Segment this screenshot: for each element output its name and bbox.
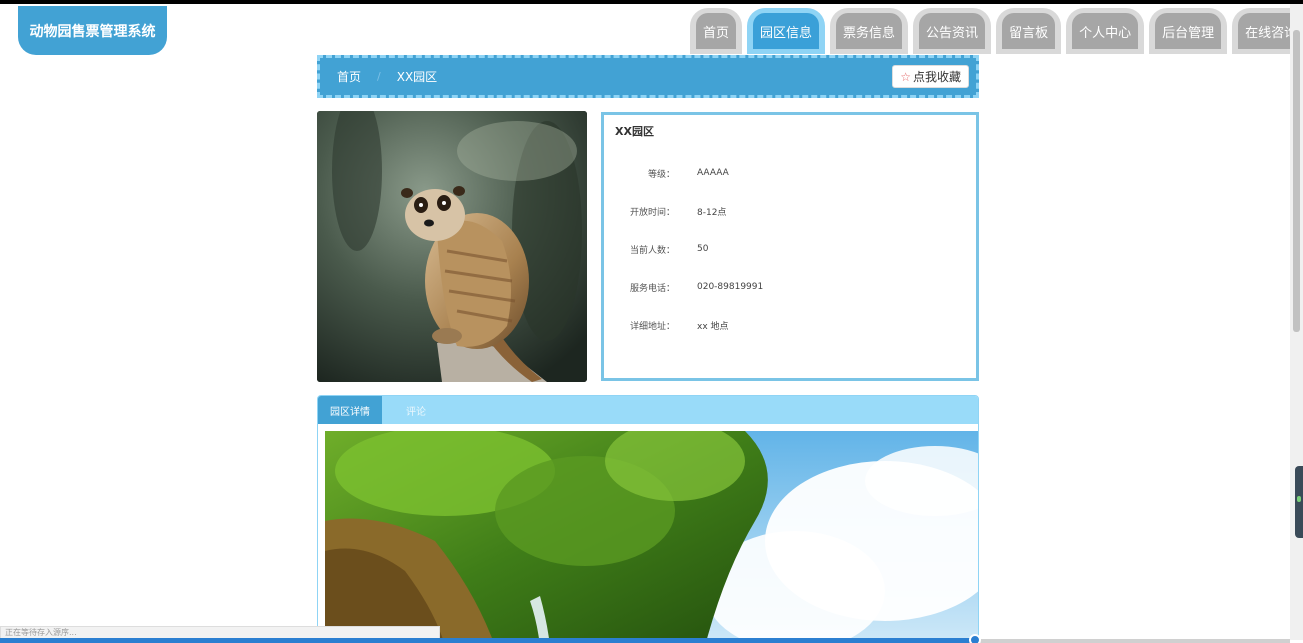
nav-item-home[interactable]: 首页 [690,8,743,54]
breadcrumb: 首页 / XX园区 ☆ 点我收藏 [317,55,979,98]
breadcrumb-separator: / [377,70,381,83]
tab-comments[interactable]: 评论 [394,396,438,424]
page-scrollbar[interactable] [1290,4,1303,640]
info-label: 开放时间： [629,207,675,218]
video-progress-bar[interactable] [0,638,976,643]
breadcrumb-home[interactable]: 首页 [337,68,361,85]
favorite-button[interactable]: ☆ 点我收藏 [892,65,969,88]
info-value: AAAAA [697,168,729,178]
side-panel-handle[interactable] [1295,466,1303,538]
info-row-phone: 服务电话： 020-89819991 [615,268,965,306]
info-label: 等级： [647,169,675,180]
scrollbar-thumb[interactable] [1293,30,1300,332]
info-value: 50 [697,244,709,254]
info-value: 8-12点 [697,207,727,218]
main-nav: 首页 园区信息 票务信息 公告资讯 留言板 个人中心 后台管理 在线咨询 [690,8,1303,54]
info-value: 020-89819991 [697,282,764,292]
detail-panel: 园区详情 评论 [317,395,979,643]
info-row-address: 详细地址： xx 地点 [615,306,965,344]
info-label: 详细地址： [629,321,675,332]
nav-label: 留言板 [1002,13,1056,49]
park-info-card: XX园区 等级： AAAAA 开放时间： 8-12点 当前人数： 50 服务电话… [601,112,979,381]
park-name: XX园区 [615,125,654,138]
nav-item-profile[interactable]: 个人中心 [1066,8,1145,54]
info-value: xx 地点 [697,321,729,332]
breadcrumb-current: XX园区 [396,70,438,84]
info-row-current-visitors: 当前人数： 50 [615,230,965,268]
info-label: 服务电话： [629,283,675,294]
waterfall-illustration [325,431,978,643]
meerkat-illustration [317,111,587,382]
nav-label: 票务信息 [836,13,903,49]
handle-indicator [1297,496,1301,502]
nav-item-announcements[interactable]: 公告资讯 [913,8,992,54]
nav-item-park-info[interactable]: 园区信息 [747,8,826,54]
info-row-opening-hours: 开放时间： 8-12点 [615,192,965,230]
star-icon: ☆ [900,69,911,84]
park-detail-photo [325,431,978,643]
site-logo[interactable]: 动物园售票管理系统 [18,6,167,55]
nav-label: 首页 [696,13,737,49]
favorite-label: 点我收藏 [912,70,961,84]
info-label: 当前人数： [629,245,675,256]
detail-tab-bar: 园区详情 评论 [318,396,978,424]
nav-label: 后台管理 [1155,13,1222,49]
video-progress-track[interactable] [976,639,1290,643]
park-photo-meerkat [317,111,587,382]
nav-item-tickets[interactable]: 票务信息 [830,8,909,54]
window-top-border [0,0,1303,4]
tab-park-detail[interactable]: 园区详情 [318,396,382,424]
video-progress-knob[interactable] [969,634,981,643]
nav-label: 公告资讯 [919,13,986,49]
nav-label: 个人中心 [1072,13,1139,49]
nav-label: 园区信息 [753,13,820,49]
info-row-level: 等级： AAAAA [615,154,965,192]
nav-item-message-board[interactable]: 留言板 [996,8,1062,54]
nav-item-admin[interactable]: 后台管理 [1149,8,1228,54]
